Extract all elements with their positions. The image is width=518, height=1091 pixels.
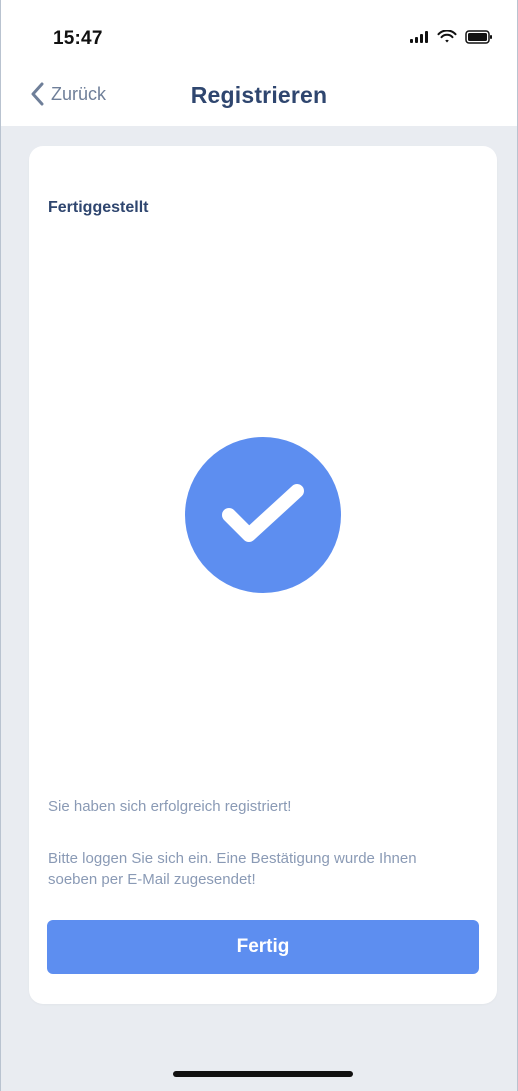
success-message: Sie haben sich erfolgreich registriert!	[48, 798, 292, 815]
signal-icon	[409, 30, 429, 49]
navigation-bar: Zurück Registrieren	[1, 70, 517, 126]
battery-icon	[465, 30, 493, 49]
status-bar: 15:47	[1, 0, 517, 70]
status-time: 15:47	[53, 28, 103, 49]
home-indicator[interactable]	[173, 1071, 353, 1077]
success-checkmark	[185, 437, 341, 593]
card-heading: Fertiggestellt	[48, 199, 149, 216]
page-title: Registrieren	[190, 82, 328, 108]
confirmation-instructions: Bitte loggen Sie sich ein. Eine Bestätig…	[48, 850, 417, 888]
done-button[interactable]: Fertig	[47, 920, 479, 974]
checkmark-icon	[221, 481, 305, 550]
phone-screen: 15:47 Zurück Registrieren Fertiggestellt…	[0, 0, 518, 1091]
header-area: 15:47 Zurück Registrieren	[1, 0, 517, 126]
registration-result-card: Fertiggestellt Sie haben sich erfolgreic…	[29, 146, 497, 1004]
wifi-icon	[437, 29, 457, 49]
status-icons	[409, 29, 493, 49]
